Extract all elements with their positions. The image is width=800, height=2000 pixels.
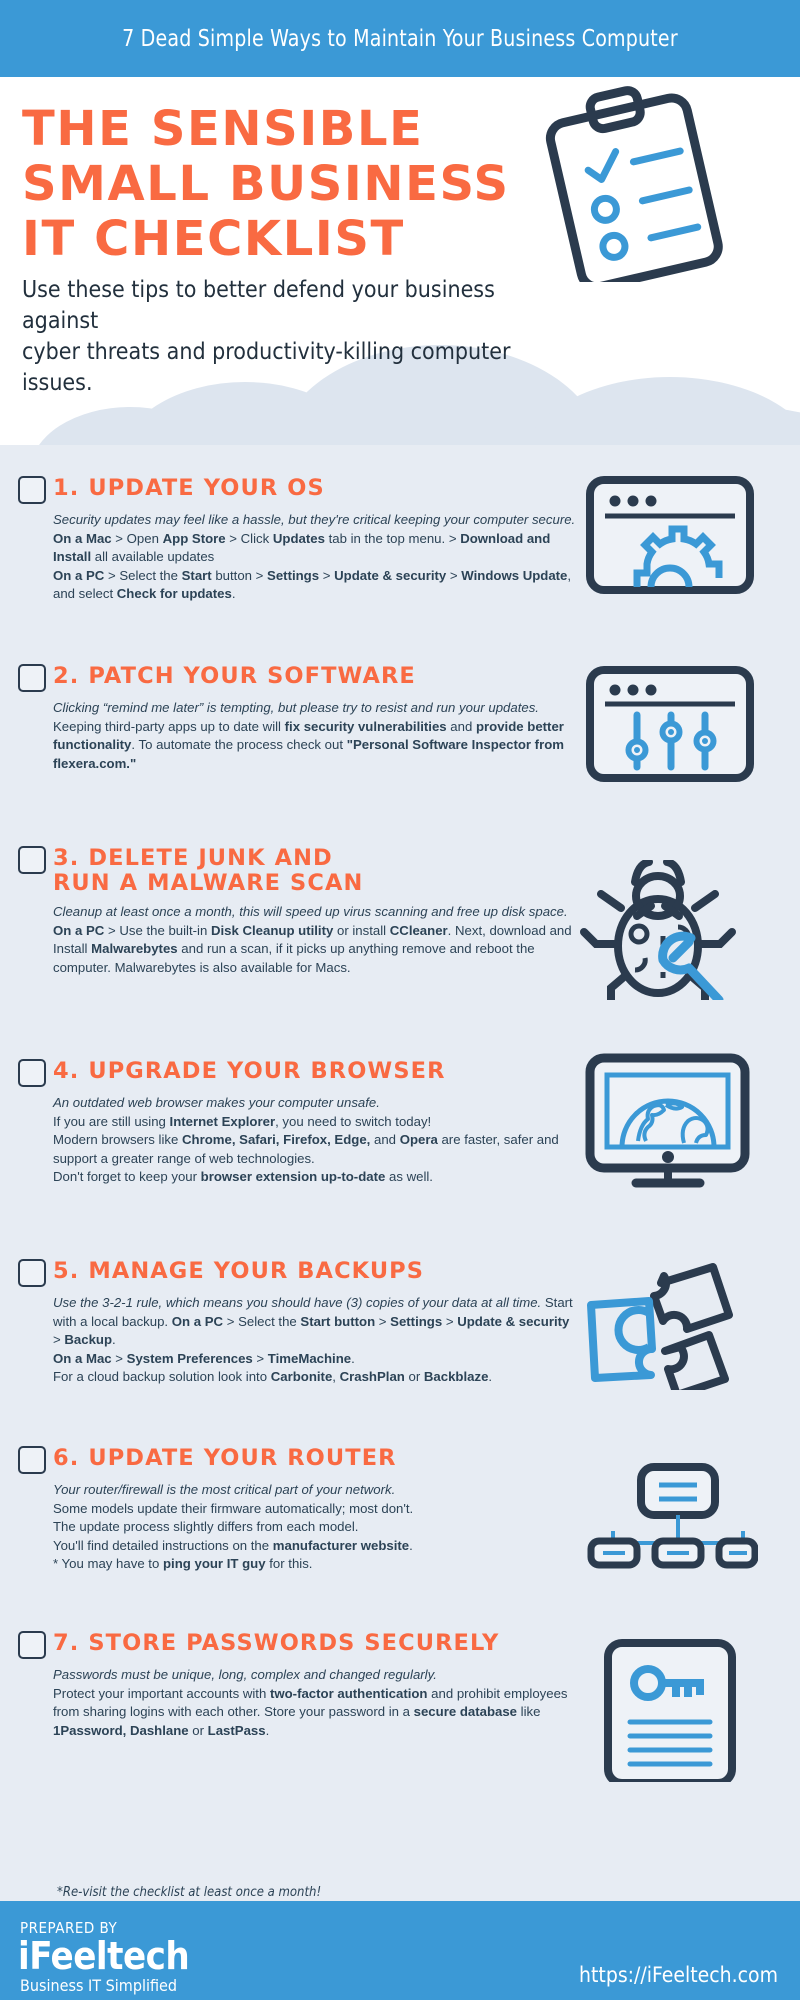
paragraph: For a cloud backup solution look into Ca… xyxy=(53,1369,493,1385)
paragraph: Don't forget to keep your browser extens… xyxy=(53,1169,433,1185)
checklist-item-5-title: 5. MANAGE YOUR BACKUPS xyxy=(53,1258,425,1284)
brand-logo: iFeeltech xyxy=(18,1934,190,1978)
paragraph: If you are still using Internet Explorer… xyxy=(53,1113,432,1129)
top-banner: 7 Dead Simple Ways to Maintain Your Busi… xyxy=(0,0,800,77)
page-title: THE SENSIBLE SMALL BUSINESS IT CHECKLIST xyxy=(22,102,542,267)
clipboard-checklist-icon xyxy=(545,86,723,282)
checklist-item-6-body: Your router/firewall is the most critica… xyxy=(53,1481,578,1574)
puzzle-pieces-icon xyxy=(573,1255,763,1399)
network-tree-icon xyxy=(583,1445,773,1575)
browser-gear-icon xyxy=(585,475,775,600)
checklist-item-5: 5. MANAGE YOUR BACKUPS Use the 3-2-1 rul… xyxy=(18,1258,578,1387)
checklist-item-7-header: 7. STORE PASSWORDS SECURELY xyxy=(18,1630,578,1659)
paragraph: The update process slightly differs from… xyxy=(53,1519,359,1535)
checklist-item-2: 2. PATCH YOUR SOFTWARE Clicking “remind … xyxy=(18,663,578,773)
checklist-item-3: 3. DELETE JUNK AND RUN A MALWARE SCAN Cl… xyxy=(18,845,578,977)
page-subtitle-line-2: cyber threats and productivity-killing c… xyxy=(22,339,511,396)
checklist-item-6-header: 6. UPDATE YOUR ROUTER xyxy=(18,1445,578,1474)
footnote: *Re-visit the checklist at least once a … xyxy=(57,1885,322,1900)
page-title-line-2: SMALL BUSINESS xyxy=(22,156,510,212)
paragraph: On a PC > Select the Start button > Sett… xyxy=(53,567,572,602)
page-subtitle: Use these tips to better defend your bus… xyxy=(22,275,562,399)
paragraph: Passwords must be unique, long, complex … xyxy=(53,1667,437,1682)
checklist-item-6: 6. UPDATE YOUR ROUTER Your router/firewa… xyxy=(18,1445,578,1574)
paragraph: Clicking “remind me later” is tempting, … xyxy=(53,700,539,715)
browser-sliders-icon xyxy=(585,665,775,788)
checklist-item-4-body: An outdated web browser makes your compu… xyxy=(53,1094,578,1187)
checklist-item-7-body: Passwords must be unique, long, complex … xyxy=(53,1666,578,1740)
checklist-item-4-title: 4. UPGRADE YOUR BROWSER xyxy=(53,1058,446,1084)
checklist-item-5-body: Use the 3-2-1 rule, which means you shou… xyxy=(53,1294,578,1387)
page-title-line-1: THE SENSIBLE xyxy=(22,101,424,157)
checklist-body: 1. UPDATE YOUR OS Security updates may f… xyxy=(0,445,800,1875)
infographic-page: 7 Dead Simple Ways to Maintain Your Busi… xyxy=(0,0,800,2000)
footer: PREPARED BY iFeeltech Business IT Simpli… xyxy=(0,1901,800,2000)
monitor-globe-icon xyxy=(580,1053,770,1193)
paragraph: Security updates may feel like a hassle,… xyxy=(53,512,576,565)
checklist-item-1-header: 1. UPDATE YOUR OS xyxy=(18,475,578,504)
checklist-item-1-title: 1. UPDATE YOUR OS xyxy=(53,475,325,501)
checklist-item-1-body: Security updates may feel like a hassle,… xyxy=(53,511,578,604)
checkbox-3[interactable] xyxy=(18,846,46,874)
checklist-item-1: 1. UPDATE YOUR OS Security updates may f… xyxy=(18,475,578,604)
paragraph: Cleanup at least once a month, this will… xyxy=(53,904,572,975)
checklist-item-2-title: 2. PATCH YOUR SOFTWARE xyxy=(53,663,416,689)
checkbox-2[interactable] xyxy=(18,664,46,692)
checklist-item-2-header: 2. PATCH YOUR SOFTWARE xyxy=(18,663,578,692)
paragraph: Your router/firewall is the most critica… xyxy=(53,1482,396,1497)
checklist-item-4-header: 4. UPGRADE YOUR BROWSER xyxy=(18,1058,578,1087)
checkbox-5[interactable] xyxy=(18,1259,46,1287)
brand-tagline: Business IT Simplified xyxy=(20,1976,178,1995)
paragraph: Use the 3-2-1 rule, which means you shou… xyxy=(53,1295,573,1348)
checklist-item-2-body: Clicking “remind me later” is tempting, … xyxy=(53,699,578,773)
checklist-item-7: 7. STORE PASSWORDS SECURELY Passwords mu… xyxy=(18,1630,578,1740)
paragraph: * You may have to ping your IT guy for t… xyxy=(53,1556,313,1572)
paragraph: Some models update their firmware automa… xyxy=(53,1500,414,1516)
checklist-item-3-title: 3. DELETE JUNK AND RUN A MALWARE SCAN xyxy=(53,845,364,896)
checklist-item-4: 4. UPGRADE YOUR BROWSER An outdated web … xyxy=(18,1058,578,1187)
checklist-item-3-header: 3. DELETE JUNK AND RUN A MALWARE SCAN xyxy=(18,845,578,896)
paragraph: On a Mac > System Preferences > TimeMach… xyxy=(53,1350,355,1366)
paragraph: Protect your important accounts with two… xyxy=(53,1685,568,1738)
checkbox-4[interactable] xyxy=(18,1059,46,1087)
banner-title: 7 Dead Simple Ways to Maintain Your Busi… xyxy=(122,25,678,52)
page-title-line-3: IT CHECKLIST xyxy=(22,211,405,267)
checklist-item-3-body: Cleanup at least once a month, this will… xyxy=(53,903,578,977)
document-key-icon xyxy=(600,1637,790,1787)
bug-wrench-icon xyxy=(573,858,763,1006)
checkbox-1[interactable] xyxy=(18,476,46,504)
checkbox-6[interactable] xyxy=(18,1446,46,1474)
page-subtitle-line-1: Use these tips to better defend your bus… xyxy=(22,277,495,334)
hero-section: THE SENSIBLE SMALL BUSINESS IT CHECKLIST… xyxy=(0,77,800,445)
paragraph: An outdated web browser makes your compu… xyxy=(53,1095,380,1110)
website-url[interactable]: https://iFeeltech.com xyxy=(579,1963,778,1987)
checklist-item-5-header: 5. MANAGE YOUR BACKUPS xyxy=(18,1258,578,1287)
paragraph: Keeping third-party apps up to date will… xyxy=(53,718,564,771)
checkbox-7[interactable] xyxy=(18,1631,46,1659)
paragraph: Modern browsers like Chrome, Safari, Fir… xyxy=(53,1132,559,1166)
checklist-item-7-title: 7. STORE PASSWORDS SECURELY xyxy=(53,1630,500,1656)
paragraph: You'll find detailed instructions on the… xyxy=(53,1537,413,1553)
checklist-item-6-title: 6. UPDATE YOUR ROUTER xyxy=(53,1445,397,1471)
